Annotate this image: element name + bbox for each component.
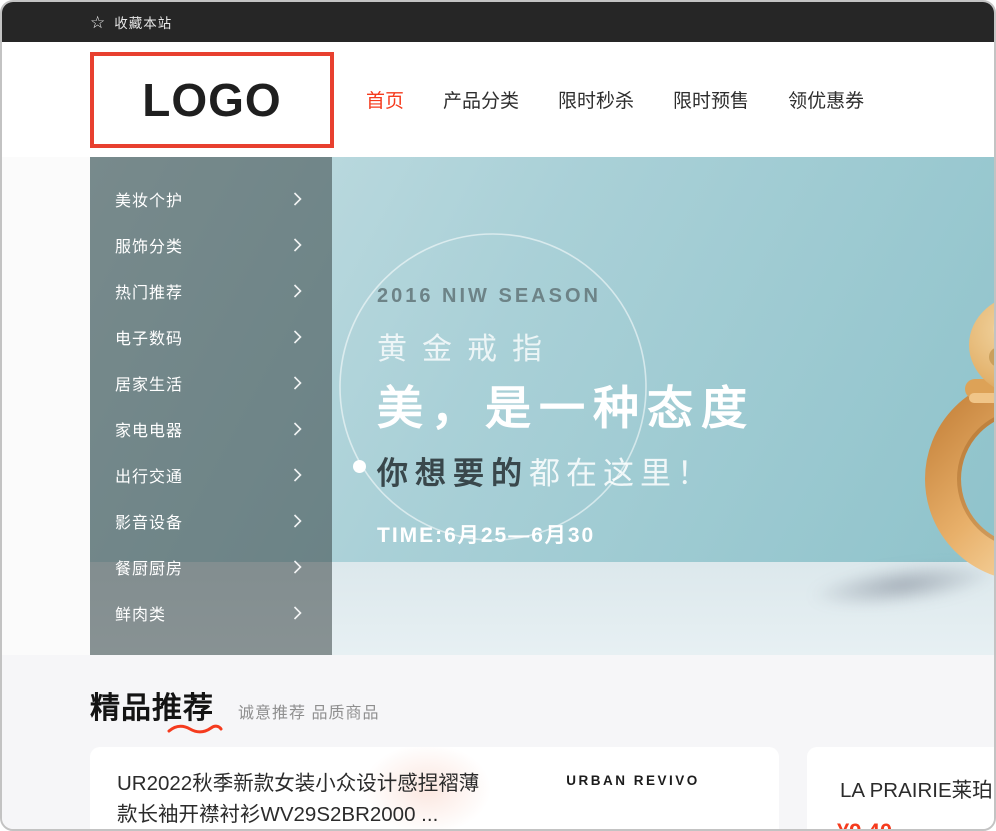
season-badge: 2016 NIW SEASON (377, 285, 755, 308)
sidebar-category-label: 电子数码 (115, 325, 183, 349)
sidebar-category-label: 鲜肉类 (115, 601, 166, 625)
sidebar-category-label: 服饰分类 (115, 233, 183, 257)
product-price: ¥9.40 (837, 819, 892, 831)
sidebar-category-label: 居家生活 (115, 371, 183, 395)
brand-name: URBAN REVIVO (505, 773, 761, 788)
nav-item-flash-sale[interactable]: 限时秒杀 (558, 86, 634, 113)
red-wave-underline (167, 724, 223, 734)
chevron-right-icon (293, 238, 302, 252)
product-image: URBAN REVIVO (505, 749, 761, 831)
top-utility-bar: ☆ 收藏本站 (2, 2, 994, 42)
recommend-title: 精品推荐 (90, 683, 214, 727)
banner-time-text: TIME:6月25—6月30 (377, 519, 755, 549)
recommend-subtitle: 诚意推荐 品质商品 (238, 699, 379, 723)
sidebar-category-label: 热门推荐 (115, 279, 183, 303)
nav-item-categories[interactable]: 产品分类 (443, 86, 519, 113)
nav-item-coupons[interactable]: 领优惠券 (788, 86, 864, 113)
sidebar-category-item[interactable]: 餐厨厨房 (90, 544, 332, 590)
banner-sub-light: 都在这里！ (529, 456, 714, 491)
chevron-right-icon (293, 514, 302, 528)
site-logo[interactable]: LOGO (90, 52, 334, 148)
sidebar-category-item[interactable]: 美妆个护 (90, 176, 332, 222)
chevron-right-icon (293, 422, 302, 436)
chevron-right-icon (293, 284, 302, 298)
favorite-star-icon[interactable]: ☆ (90, 14, 105, 31)
recommend-section: 精品推荐 诚意推荐 品质商品 UR2022秋季新款女装小众设计感捏褶薄款长袖开襟… (2, 655, 994, 831)
sidebar-category-item[interactable]: 影音设备 (90, 498, 332, 544)
product-card-laprairie[interactable]: LA PRAIRIE莱珀 ¥9.40 (807, 747, 996, 831)
banner-headline-main: 美，是一种态度 (377, 372, 755, 438)
sidebar-category-item[interactable]: 居家生活 (90, 360, 332, 406)
sidebar-category-label: 家电电器 (115, 417, 183, 441)
dot-decoration (353, 460, 366, 473)
logo-text: LOGO (142, 73, 281, 127)
sidebar-category-label: 影音设备 (115, 509, 183, 533)
sidebar-category-label: 餐厨厨房 (115, 555, 183, 579)
sidebar-category-item[interactable]: 服饰分类 (90, 222, 332, 268)
sidebar-category-item[interactable]: 鲜肉类 (90, 590, 332, 636)
recommend-title-text: 精品推荐 (90, 692, 214, 725)
site-header: LOGO 首页 产品分类 限时秒杀 限时预售 领优惠券 (2, 42, 994, 157)
browser-window: ☆ 收藏本站 LOGO 首页 产品分类 限时秒杀 限时预售 领优惠券 (0, 0, 996, 831)
banner-sub-dark: 你想要的 (377, 456, 529, 491)
main-nav: 首页 产品分类 限时秒杀 限时预售 领优惠券 (366, 42, 864, 157)
sidebar-category-label: 美妆个护 (115, 187, 183, 211)
category-sidebar: 美妆个护 服饰分类 热门推荐 (90, 157, 332, 655)
product-title: UR2022秋季新款女装小众设计感捏褶薄款长袖开襟衬衫WV29S2BR2000 … (117, 768, 489, 830)
banner-headline-small: 黄金戒指 (377, 324, 755, 368)
chevron-right-icon (293, 330, 302, 344)
nav-item-presale[interactable]: 限时预售 (673, 86, 749, 113)
product-card-shirt[interactable]: UR2022秋季新款女装小众设计感捏褶薄款长袖开襟衬衫WV29S2BR2000 … (90, 747, 779, 831)
banner-copy: 2016 NIW SEASON 黄金戒指 美，是一种态度 你想要的都在这里！ T… (377, 285, 755, 549)
hero-banner[interactable]: 2016 NIW SEASON 黄金戒指 美，是一种态度 你想要的都在这里！ T… (90, 157, 996, 655)
banner-headline-sub: 你想要的都在这里！ (377, 448, 755, 493)
favorite-site-link[interactable]: 收藏本站 (114, 12, 172, 32)
gold-ring-image (907, 267, 996, 607)
sidebar-category-item[interactable]: 家电电器 (90, 406, 332, 452)
sidebar-category-item[interactable]: 出行交通 (90, 452, 332, 498)
sidebar-category-item[interactable]: 热门推荐 (90, 268, 332, 314)
sidebar-category-item[interactable]: 电子数码 (90, 314, 332, 360)
chevron-right-icon (293, 468, 302, 482)
recommend-header: 精品推荐 诚意推荐 品质商品 (90, 683, 379, 727)
product-title: LA PRAIRIE莱珀 (840, 773, 993, 803)
sidebar-category-label: 出行交通 (115, 463, 183, 487)
chevron-right-icon (293, 376, 302, 390)
nav-item-home[interactable]: 首页 (366, 86, 404, 113)
chevron-right-icon (293, 192, 302, 206)
chevron-right-icon (293, 606, 302, 620)
chevron-right-icon (293, 560, 302, 574)
